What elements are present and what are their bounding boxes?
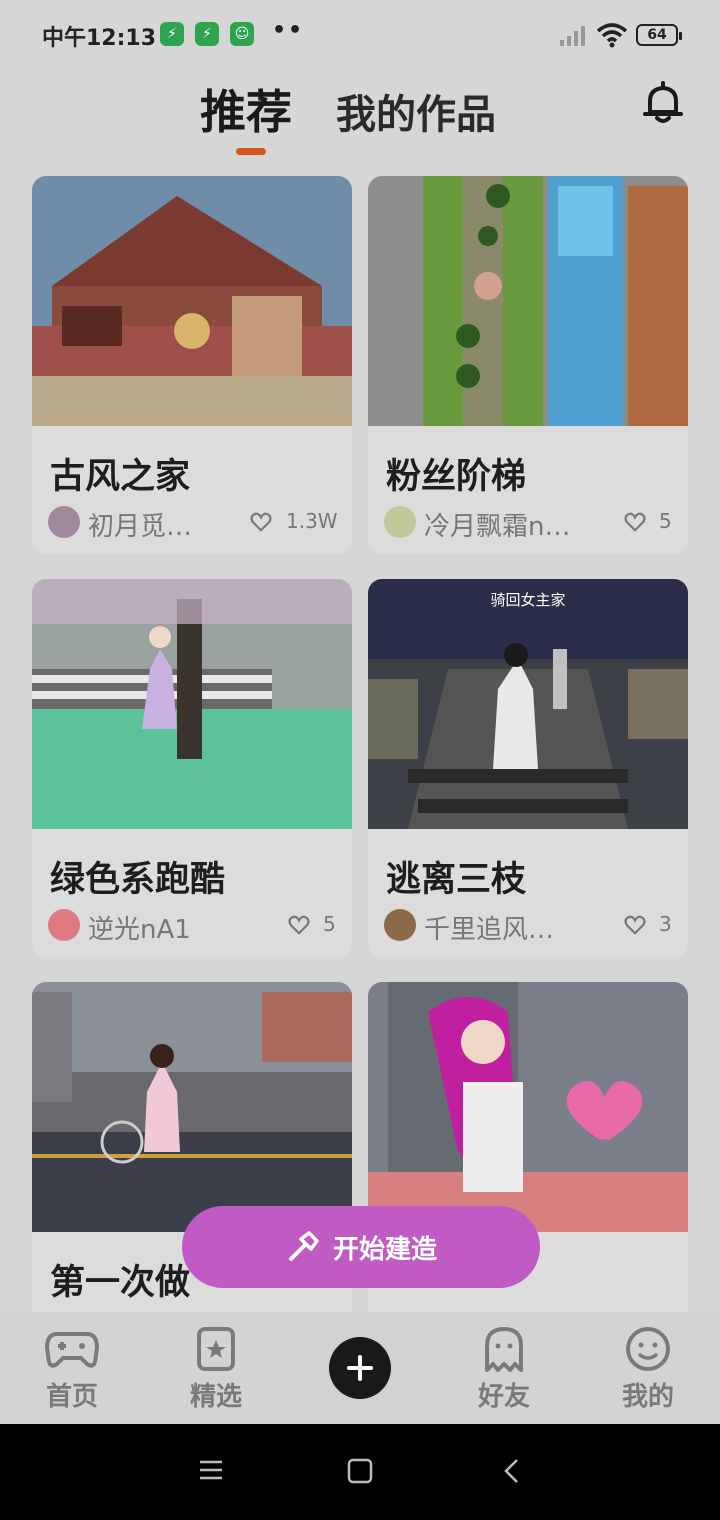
home-square-icon[interactable] [347,1458,373,1484]
signal-icon [560,26,585,46]
work-card[interactable]: 绿色系跑酷 逆光nA1 5 [32,579,352,957]
nav-item-home[interactable]: 首页 [22,1326,122,1413]
bell-icon[interactable] [640,80,686,126]
like-count: 1.3W [286,509,338,533]
work-card[interactable]: 第一次做 [32,982,352,1360]
heart-icon[interactable] [624,914,646,936]
card-thumbnail [368,579,688,829]
more-notifications-icon: •• [272,18,305,43]
hammer-icon [288,1231,319,1261]
card-author: 千里追风… [424,915,555,945]
card-thumbnail [32,176,352,426]
gamepad-icon [45,1332,99,1368]
card-thumbnail [32,579,352,829]
bottom-navigation: 首页 精选 好友 我的 [0,1312,720,1424]
nav-item-featured[interactable]: 精选 [166,1326,266,1413]
card-title: 绿色系跑酷 [50,860,226,900]
wifi-icon [596,23,628,48]
card-thumbnail [32,982,352,1232]
card-title: 粉丝阶梯 [386,457,527,497]
battery-indicator: 64 [636,24,682,46]
create-plus-button[interactable] [329,1337,391,1399]
nav-item-me[interactable]: 我的 [598,1326,698,1413]
smiley-icon [626,1327,670,1371]
shield-app-icon-2: ⚡ [195,22,219,46]
work-card[interactable] [368,982,688,1360]
star-bookmark-icon [197,1327,235,1371]
work-card[interactable]: 粉丝阶梯 冷月飘霜n… 5 [368,176,688,554]
robot-app-icon: ☺ [230,22,254,46]
card-author: 逆光nA1 [88,915,191,945]
heart-icon[interactable] [250,511,272,533]
heart-icon[interactable] [288,914,310,936]
work-card[interactable]: 古风之家 初月觅… 1.3W [32,176,352,554]
tab-my-works[interactable]: 我的作品 [336,82,496,140]
back-icon[interactable] [502,1458,522,1484]
nav-label-featured: 精选 [189,1382,242,1412]
start-build-button[interactable]: 开始建造 [182,1206,540,1288]
work-card[interactable]: 骑回女主家 逃离三枝 千里追风… 3 [368,579,688,957]
like-count: 5 [323,912,336,936]
nav-label-friends: 好友 [477,1382,530,1412]
card-thumbnail [368,176,688,426]
author-avatar [48,506,80,538]
card-title: 第一次做 [50,1263,191,1303]
start-build-label: 开始建造 [332,1234,437,1265]
author-avatar [384,909,416,941]
like-count: 3 [659,912,672,936]
system-nav-bar [0,1424,720,1520]
status-bar: 中午12:13 ⚡ ⚡ ☺ •• 64 [0,0,720,70]
author-avatar [384,506,416,538]
tab-recommend[interactable]: 推荐 [200,76,292,142]
card-title: 逃离三枝 [386,860,527,900]
thumbnail-caption: 骑回女主家 [490,591,566,609]
menu-icon[interactable] [199,1458,223,1482]
card-thumbnail [368,982,688,1232]
card-title: 古风之家 [50,457,191,497]
ghost-icon [485,1327,523,1372]
nav-label-me: 我的 [621,1382,674,1412]
nav-label-home: 首页 [45,1382,98,1412]
author-avatar [48,909,80,941]
card-author: 冷月飘霜n… [424,512,571,542]
nav-item-friends[interactable]: 好友 [454,1326,554,1413]
active-tab-indicator [236,148,266,155]
status-time: 中午12:13 [42,26,157,51]
like-count: 5 [659,509,672,533]
card-author: 初月觅… [88,512,193,542]
heart-icon[interactable] [624,511,646,533]
shield-app-icon: ⚡ [160,22,184,46]
